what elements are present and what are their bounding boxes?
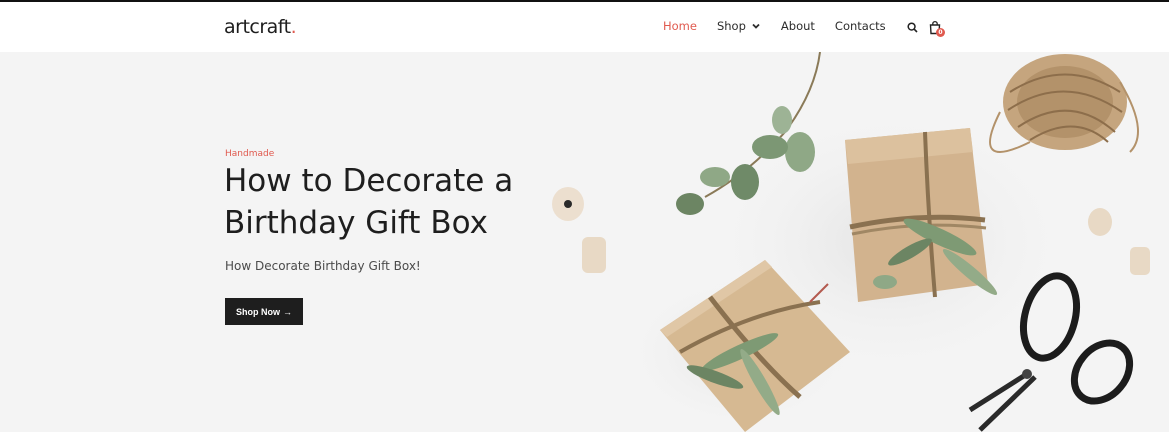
nav-link-shop[interactable]: Shop: [717, 19, 746, 33]
shop-now-button[interactable]: Shop Now →: [225, 298, 303, 325]
nav-link-about[interactable]: About: [781, 19, 815, 33]
nav-link-home[interactable]: Home: [663, 19, 697, 33]
nav-item-shop[interactable]: Shop: [717, 19, 761, 33]
nav-item-home[interactable]: Home: [663, 19, 697, 33]
site-logo[interactable]: artcraft.: [224, 16, 297, 38]
search-icon[interactable]: [907, 22, 918, 33]
logo-dot: .: [290, 16, 297, 38]
hero-image-gift-boxes: [552, 52, 1150, 432]
logo-text: artcraft: [224, 16, 291, 38]
hero-subtitle: How Decorate Birthday Gift Box!: [225, 259, 421, 273]
cart-count-badge: 0: [936, 28, 945, 37]
hero-banner: Handmade How to Decorate a Birthday Gift…: [0, 52, 1169, 432]
nav-link-contacts[interactable]: Contacts: [835, 19, 886, 33]
arrow-right-icon: →: [283, 306, 292, 317]
nav-item-contacts[interactable]: Contacts: [835, 19, 886, 33]
chevron-down-icon[interactable]: [751, 21, 761, 31]
nav-item-about[interactable]: About: [781, 19, 815, 33]
shop-now-label: Shop Now: [236, 306, 280, 317]
main-nav: Home Shop About Contacts: [663, 19, 906, 33]
hero-title: How to Decorate a Birthday Gift Box: [224, 163, 514, 241]
hero-eyebrow: Handmade: [225, 149, 275, 159]
site-header: artcraft. Home Shop About Contacts 0: [0, 2, 1169, 52]
